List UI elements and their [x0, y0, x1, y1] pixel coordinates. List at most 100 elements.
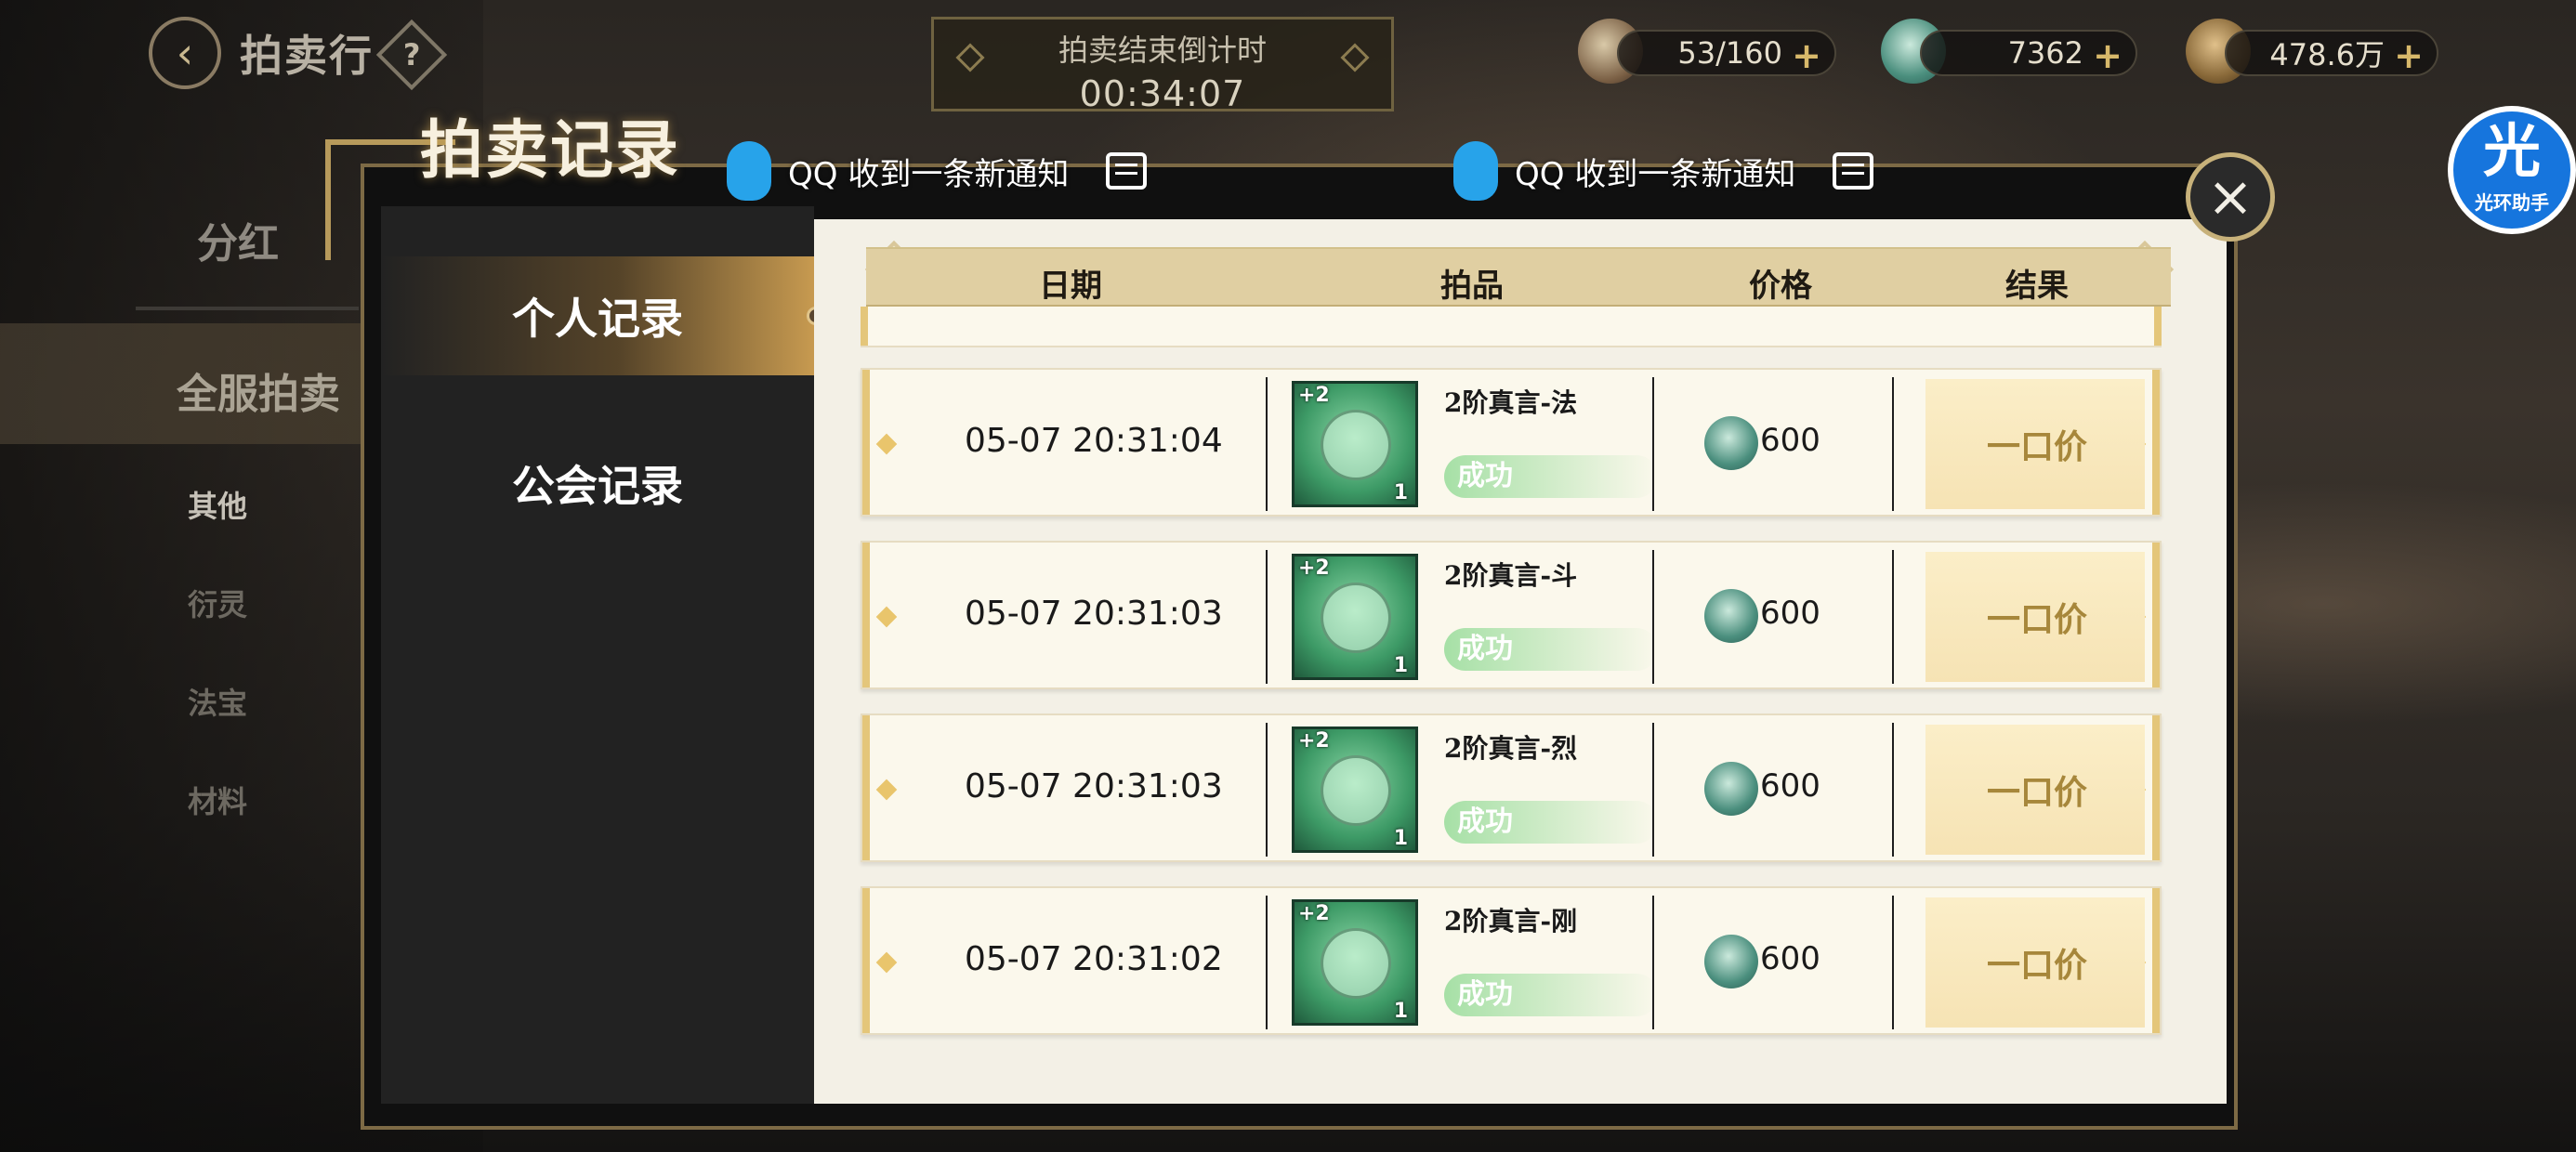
- currency-coin: 478.6万 +: [2225, 30, 2438, 76]
- record-result: 一口价: [1987, 773, 2088, 812]
- qq-penguin-icon: [1453, 141, 1498, 201]
- jade-icon: [1704, 935, 1758, 988]
- status-badge: 成功: [1444, 455, 1658, 498]
- tab-label: 公会记录: [512, 461, 683, 511]
- item-level: +2: [1298, 556, 1330, 580]
- item-quantity: 1: [1393, 827, 1408, 850]
- column-divider: [1266, 550, 1268, 684]
- column-divider: [1892, 377, 1894, 511]
- status-badge: 成功: [1444, 974, 1658, 1016]
- status-badge: 成功: [1444, 801, 1658, 844]
- record-date: 05-07 20:31:03: [965, 595, 1223, 633]
- item-quantity: 1: [1393, 654, 1408, 677]
- add-stamina-button[interactable]: +: [1792, 35, 1821, 76]
- table-row[interactable]: 05-07 20:31:04 +2 1 2阶真言-法 成功 600 一口价: [861, 368, 2162, 517]
- tab-guild-records[interactable]: 公会记录: [381, 424, 814, 543]
- qq-notification[interactable]: QQ 收到一条新通知: [1453, 141, 1874, 201]
- back-arrow-icon: ‹: [176, 28, 194, 78]
- tab-personal-records[interactable]: 个人记录: [381, 256, 825, 375]
- row-ornament: [875, 433, 898, 455]
- tab-label: 个人记录: [512, 294, 683, 344]
- auction-countdown: 拍卖结束倒计时 00:34:07: [931, 17, 1394, 114]
- table-row[interactable]: 05-07 20:31:03 +2 1 2阶真言-烈 成功 600 一口价: [861, 713, 2162, 862]
- add-coin-button[interactable]: +: [2394, 35, 2424, 76]
- helper-label: 光环助手: [2475, 191, 2549, 214]
- column-header-date: 日期: [1039, 268, 1102, 305]
- row-edge: [2152, 715, 2160, 860]
- column-header-price: 价格: [1749, 268, 1812, 305]
- item-icon[interactable]: +2 1: [1292, 554, 1418, 680]
- item-name: 2阶真言-斗: [1444, 560, 1578, 591]
- item-level: +2: [1298, 902, 1330, 925]
- qq-notification[interactable]: QQ 收到一条新通知: [727, 141, 1148, 201]
- currency-jade: 7362 +: [1920, 30, 2137, 76]
- sidebar-subitem-other[interactable]: 其他: [188, 483, 247, 526]
- item-icon[interactable]: +2 1: [1292, 727, 1418, 853]
- sidebar-item-label: 全服拍卖: [177, 371, 340, 418]
- sidebar-item-quanfu[interactable]: 全服拍卖: [0, 323, 372, 444]
- row-edge: [862, 543, 870, 687]
- column-header-result: 结果: [2005, 268, 2069, 305]
- close-button[interactable]: ×: [2186, 152, 2275, 242]
- record-price: 600: [1760, 940, 1820, 977]
- column-header-item: 拍品: [1440, 268, 1504, 305]
- table-row[interactable]: 05-07 20:31:02 +2 1 2阶真言-刚 成功 600 一口价: [861, 886, 2162, 1035]
- jade-icon: [1704, 416, 1758, 470]
- back-button[interactable]: ‹: [149, 17, 221, 89]
- row-ornament: [875, 779, 898, 801]
- sidebar-subitem-cailiao[interactable]: 材料: [188, 779, 247, 821]
- record-result: 一口价: [1987, 946, 2088, 985]
- row-edge: [861, 307, 868, 346]
- row-edge: [2152, 888, 2160, 1033]
- column-divider: [1652, 896, 1654, 1029]
- item-quantity: 1: [1393, 1000, 1408, 1023]
- rune-glyph-icon: [1321, 928, 1391, 999]
- item-level: +2: [1298, 384, 1330, 407]
- row-edge: [2154, 307, 2162, 346]
- status-badge: 成功: [1444, 628, 1658, 671]
- row-edge: [2152, 543, 2160, 687]
- question-icon: ?: [402, 37, 421, 72]
- column-divider: [1892, 550, 1894, 684]
- record-date: 05-07 20:31:04: [965, 422, 1223, 460]
- sidebar-subitem-yanling[interactable]: 衍灵: [188, 582, 247, 624]
- countdown-label: 拍卖结束倒计时: [1058, 33, 1267, 68]
- record-date: 05-07 20:31:03: [965, 767, 1223, 805]
- helper-logo-text: 光: [2482, 117, 2541, 185]
- column-divider: [1652, 377, 1654, 511]
- close-icon: ×: [2206, 164, 2254, 229]
- column-divider: [1266, 896, 1268, 1029]
- countdown-time: 00:34:07: [1079, 73, 1246, 114]
- item-name: 2阶真言-法: [1444, 387, 1578, 418]
- row-ornament: [875, 951, 898, 974]
- qq-penguin-icon: [727, 141, 771, 201]
- item-level: +2: [1298, 729, 1330, 753]
- row-edge: [862, 888, 870, 1033]
- column-divider: [1266, 723, 1268, 857]
- item-name: 2阶真言-刚: [1444, 906, 1578, 936]
- row-edge: [862, 715, 870, 860]
- table-row[interactable]: 05-07 20:31:03 +2 1 2阶真言-斗 成功 600 一口价: [861, 541, 2162, 689]
- sidebar-item-fenhong[interactable]: 分红: [197, 210, 279, 269]
- record-result: 一口价: [1987, 600, 2088, 639]
- notification-text: QQ 收到一条新通知: [788, 155, 1070, 193]
- row-ornament: [875, 606, 898, 628]
- page-title: 拍卖行: [240, 31, 374, 81]
- sidebar-subitem-fabao[interactable]: 法宝: [188, 680, 247, 723]
- item-icon[interactable]: +2 1: [1292, 381, 1418, 507]
- helper-badge[interactable]: 光 光环助手: [2448, 106, 2576, 234]
- add-jade-button[interactable]: +: [2093, 35, 2123, 76]
- sidebar-divider: [136, 307, 359, 310]
- item-icon[interactable]: +2 1: [1292, 899, 1418, 1026]
- currency-value: 7362: [2007, 35, 2083, 71]
- row-edge: [862, 370, 870, 515]
- table-header: 日期 拍品 价格 结果: [866, 247, 2171, 307]
- column-divider: [1652, 723, 1654, 857]
- currency-value: 53/160: [1677, 35, 1782, 71]
- dialog-title: 拍卖记录: [420, 113, 681, 188]
- message-icon: [1833, 152, 1874, 190]
- record-result: 一口价: [1987, 427, 2088, 466]
- row-edge: [2152, 370, 2160, 515]
- column-divider: [1652, 550, 1654, 684]
- table-row-partial: [861, 307, 2162, 347]
